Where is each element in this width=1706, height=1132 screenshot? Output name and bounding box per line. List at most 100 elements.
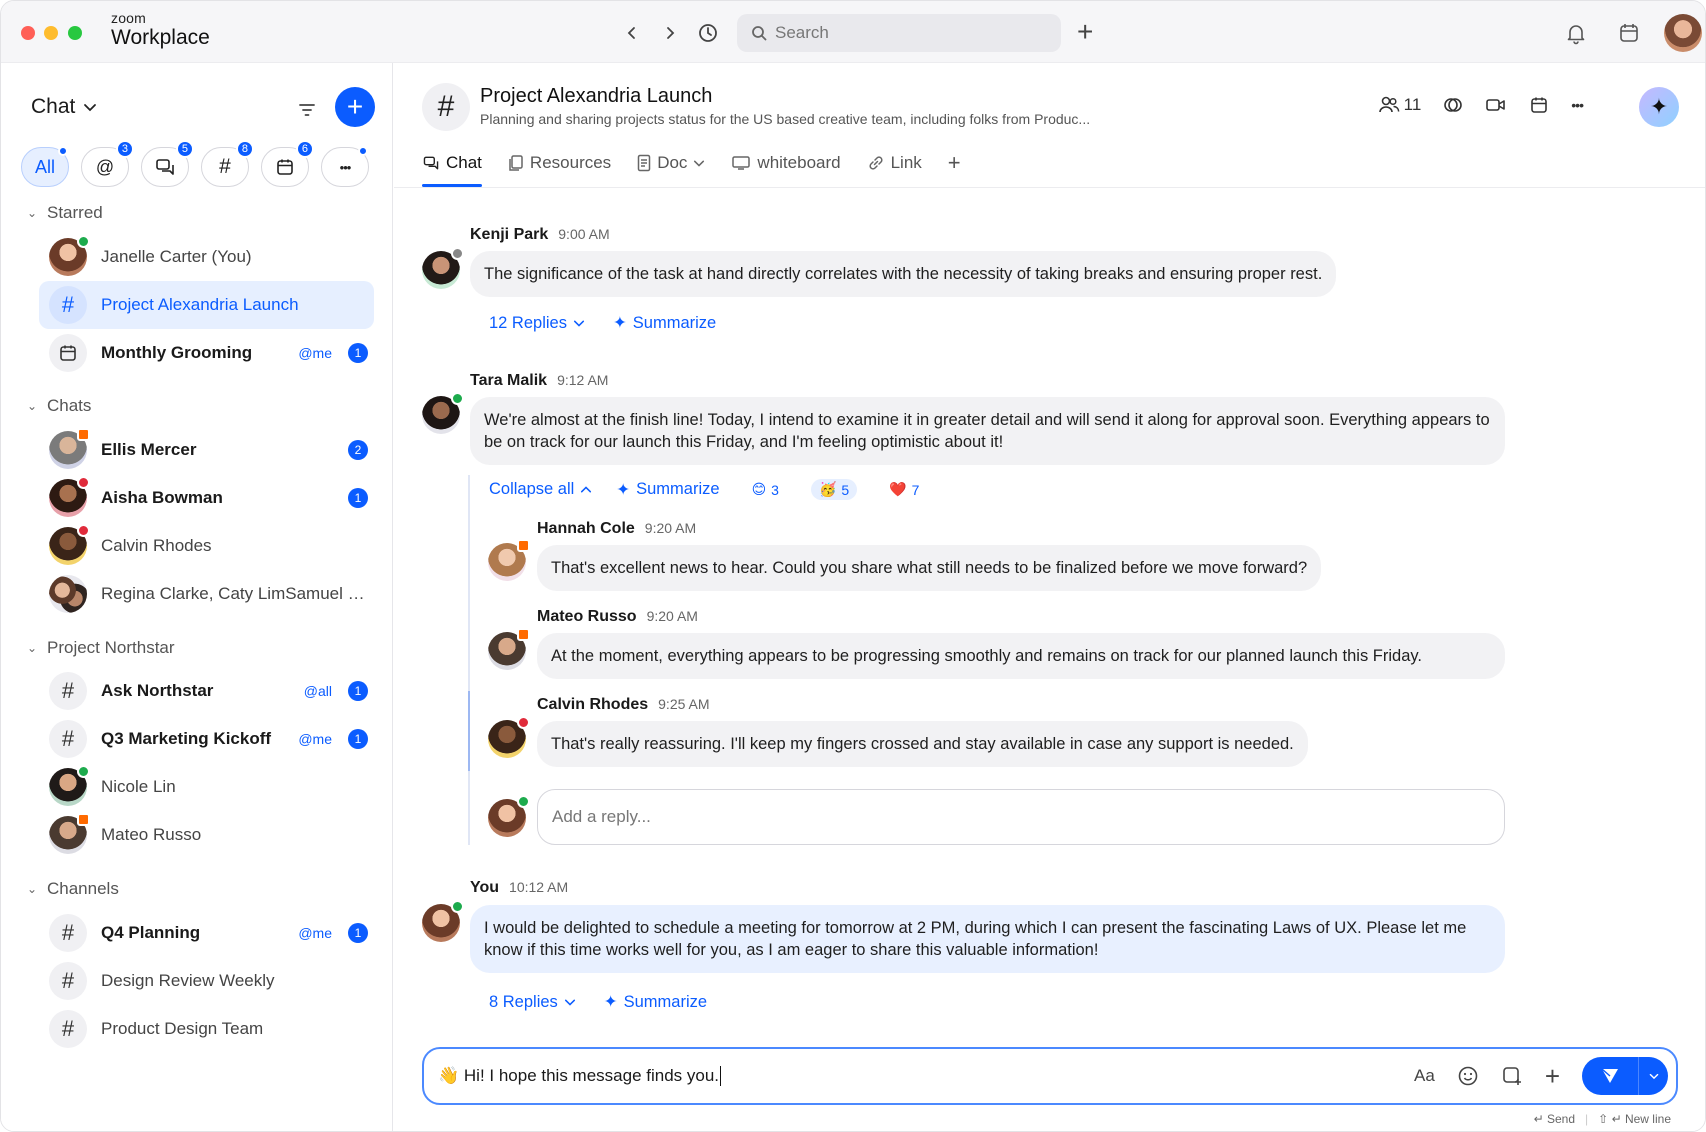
reaction-heart[interactable]: ❤️ 7	[881, 479, 927, 500]
sidebar-item-janelle[interactable]: Janelle Carter (You)	[39, 233, 374, 281]
message-bubble[interactable]: That's excellent news to hear. Could you…	[537, 545, 1322, 591]
sidebar-item-nicole-lin[interactable]: Nicole Lin	[39, 763, 374, 811]
add-tab-button[interactable]: +	[948, 145, 961, 181]
sender-name[interactable]: Hannah Cole	[537, 520, 635, 538]
sidebar-item-mateo-russo[interactable]: Mateo Russo	[39, 811, 374, 859]
attach-button[interactable]: +	[1545, 1057, 1560, 1095]
message-bubble[interactable]: That's really reassuring. I'll keep my f…	[537, 721, 1308, 767]
sender-name[interactable]: Calvin Rhodes	[537, 696, 648, 714]
notifications-button[interactable]	[1564, 21, 1588, 45]
message-time: 9:25 AM	[658, 696, 710, 712]
back-button[interactable]	[619, 20, 645, 46]
calendar-button[interactable]	[1617, 21, 1641, 45]
replies-toggle[interactable]: 8 Replies	[489, 993, 576, 1012]
replies-toggle[interactable]: 12 Replies	[489, 314, 585, 333]
reply-input[interactable]: Add a reply...	[537, 789, 1505, 845]
sender-name[interactable]: Kenji Park	[470, 226, 548, 244]
close-window-button[interactable]	[21, 26, 35, 40]
message-bubble[interactable]: At the moment, everything appears to be …	[537, 633, 1505, 679]
minimize-window-button[interactable]	[44, 26, 58, 40]
video-meeting-button[interactable]	[1485, 91, 1507, 119]
emoji-button[interactable]	[1457, 1057, 1479, 1095]
avatar-tara[interactable]	[422, 392, 464, 434]
unread-count: 1	[348, 488, 368, 508]
new-tab-button[interactable]: +	[1077, 18, 1093, 46]
sparkle-icon: ✦	[616, 480, 631, 499]
huddle-button[interactable]	[1443, 91, 1463, 119]
send-button[interactable]	[1582, 1057, 1668, 1095]
sender-name[interactable]: Tara Malik	[470, 372, 547, 390]
message-composer[interactable]: 👋 Hi! I hope this message finds you. Aa …	[422, 1047, 1678, 1105]
forward-button[interactable]	[657, 20, 683, 46]
sender-name[interactable]: You	[470, 879, 499, 897]
sidebar-item-product-design-team[interactable]: # Product Design Team	[39, 1005, 374, 1053]
tab-resources[interactable]: Resources	[508, 145, 611, 181]
schedule-button[interactable]	[1529, 91, 1549, 119]
members-button[interactable]: 11	[1378, 91, 1421, 119]
smile-emoji-icon: 😊	[751, 481, 767, 497]
avatar-hannah[interactable]	[488, 539, 530, 581]
section-chats[interactable]: ⌄ Chats	[27, 396, 91, 416]
sidebar-item-ellis-mercer[interactable]: Ellis Mercer 2	[39, 426, 374, 474]
sidebar-item-project-alexandria[interactable]: # Project Alexandria Launch	[39, 281, 374, 329]
avatar-calvin[interactable]	[488, 716, 530, 758]
filter-chats[interactable]: 5	[141, 140, 194, 187]
filter-channels[interactable]: # 8	[201, 140, 254, 187]
tab-link[interactable]: Link	[867, 145, 922, 181]
message-bubble[interactable]: The significance of the task at hand dir…	[470, 251, 1337, 297]
chat-menu[interactable]: Chat	[31, 95, 97, 119]
tab-chat[interactable]: Chat	[422, 145, 482, 187]
filter-all[interactable]: All	[21, 146, 69, 187]
avatar-kenji[interactable]	[422, 247, 464, 289]
send-options-button[interactable]	[1638, 1057, 1668, 1095]
reaction-party[interactable]: 🥳 5	[810, 479, 858, 500]
sidebar-item-group-chat[interactable]: Regina Clarke, Caty LimSamuel R...	[39, 570, 374, 618]
message-bubble[interactable]: I would be delighted to schedule a meeti…	[470, 905, 1505, 973]
filter-meetings[interactable]: 6	[261, 140, 314, 187]
profile-avatar[interactable]	[1664, 14, 1702, 52]
sidebar-item-label: Q4 Planning	[101, 923, 201, 942]
avatar	[49, 524, 90, 565]
sidebar-item-monthly-grooming[interactable]: Monthly Grooming @me 1	[39, 329, 374, 377]
sidebar-item-ask-northstar[interactable]: # Ask Northstar @all 1	[39, 667, 374, 715]
format-button[interactable]: Aa	[1414, 1057, 1435, 1095]
filter-button[interactable]	[296, 99, 318, 121]
sidebar-item-q3-marketing-kickoff[interactable]: # Q3 Marketing Kickoff @me 1	[39, 715, 374, 763]
section-starred[interactable]: ⌄ Starred	[27, 203, 103, 223]
new-chat-button[interactable]: +	[335, 87, 375, 127]
sidebar-item-aisha-bowman[interactable]: Aisha Bowman 1	[39, 474, 374, 522]
more-options-button[interactable]: •••	[1571, 91, 1584, 119]
summarize-button[interactable]: ✦ Summarize	[616, 480, 719, 500]
sidebar-item-label: Aisha Bowman	[101, 488, 223, 507]
avatar-mateo[interactable]	[488, 628, 530, 670]
section-channels[interactable]: ⌄ Channels	[27, 879, 119, 899]
filter-mentions[interactable]: @ 3	[81, 140, 134, 187]
tab-whiteboard[interactable]: whiteboard	[731, 145, 841, 181]
section-project-northstar[interactable]: ⌄ Project Northstar	[27, 638, 175, 658]
channel-hashtag-icon: #	[422, 83, 470, 131]
summarize-button[interactable]: ✦ Summarize	[613, 313, 716, 333]
more-icon: •••	[1571, 97, 1584, 113]
maximize-window-button[interactable]	[68, 26, 82, 40]
search-input[interactable]: Search	[737, 14, 1061, 52]
filter-more[interactable]: •••	[321, 146, 369, 187]
sidebar-item-design-review-weekly[interactable]: # Design Review Weekly	[39, 957, 374, 1005]
channel-title[interactable]: Project Alexandria Launch	[480, 85, 712, 108]
chevron-down-icon	[694, 160, 705, 167]
unread-dot	[358, 146, 368, 156]
ai-companion-button[interactable]: ✦	[1639, 87, 1679, 127]
avatar-self	[488, 795, 530, 837]
tab-doc[interactable]: Doc	[637, 145, 705, 181]
sidebar-item-calvin-rhodes[interactable]: Calvin Rhodes	[39, 522, 374, 570]
screenshot-button[interactable]	[1501, 1057, 1523, 1095]
history-button[interactable]	[695, 20, 721, 46]
title-bar: zoom Workplace Search +	[1, 1, 1705, 63]
summarize-button[interactable]: ✦ Summarize	[604, 992, 707, 1012]
message-bubble[interactable]: We're almost at the finish line! Today, …	[470, 397, 1505, 465]
avatar-you[interactable]	[422, 900, 464, 942]
reaction-smile[interactable]: 😊 3	[744, 479, 787, 500]
sender-name[interactable]: Mateo Russo	[537, 608, 637, 626]
section-label: Chats	[47, 396, 92, 415]
collapse-all-button[interactable]: Collapse all	[489, 480, 592, 499]
sidebar-item-q4-planning[interactable]: # Q4 Planning @me 1	[39, 909, 374, 957]
